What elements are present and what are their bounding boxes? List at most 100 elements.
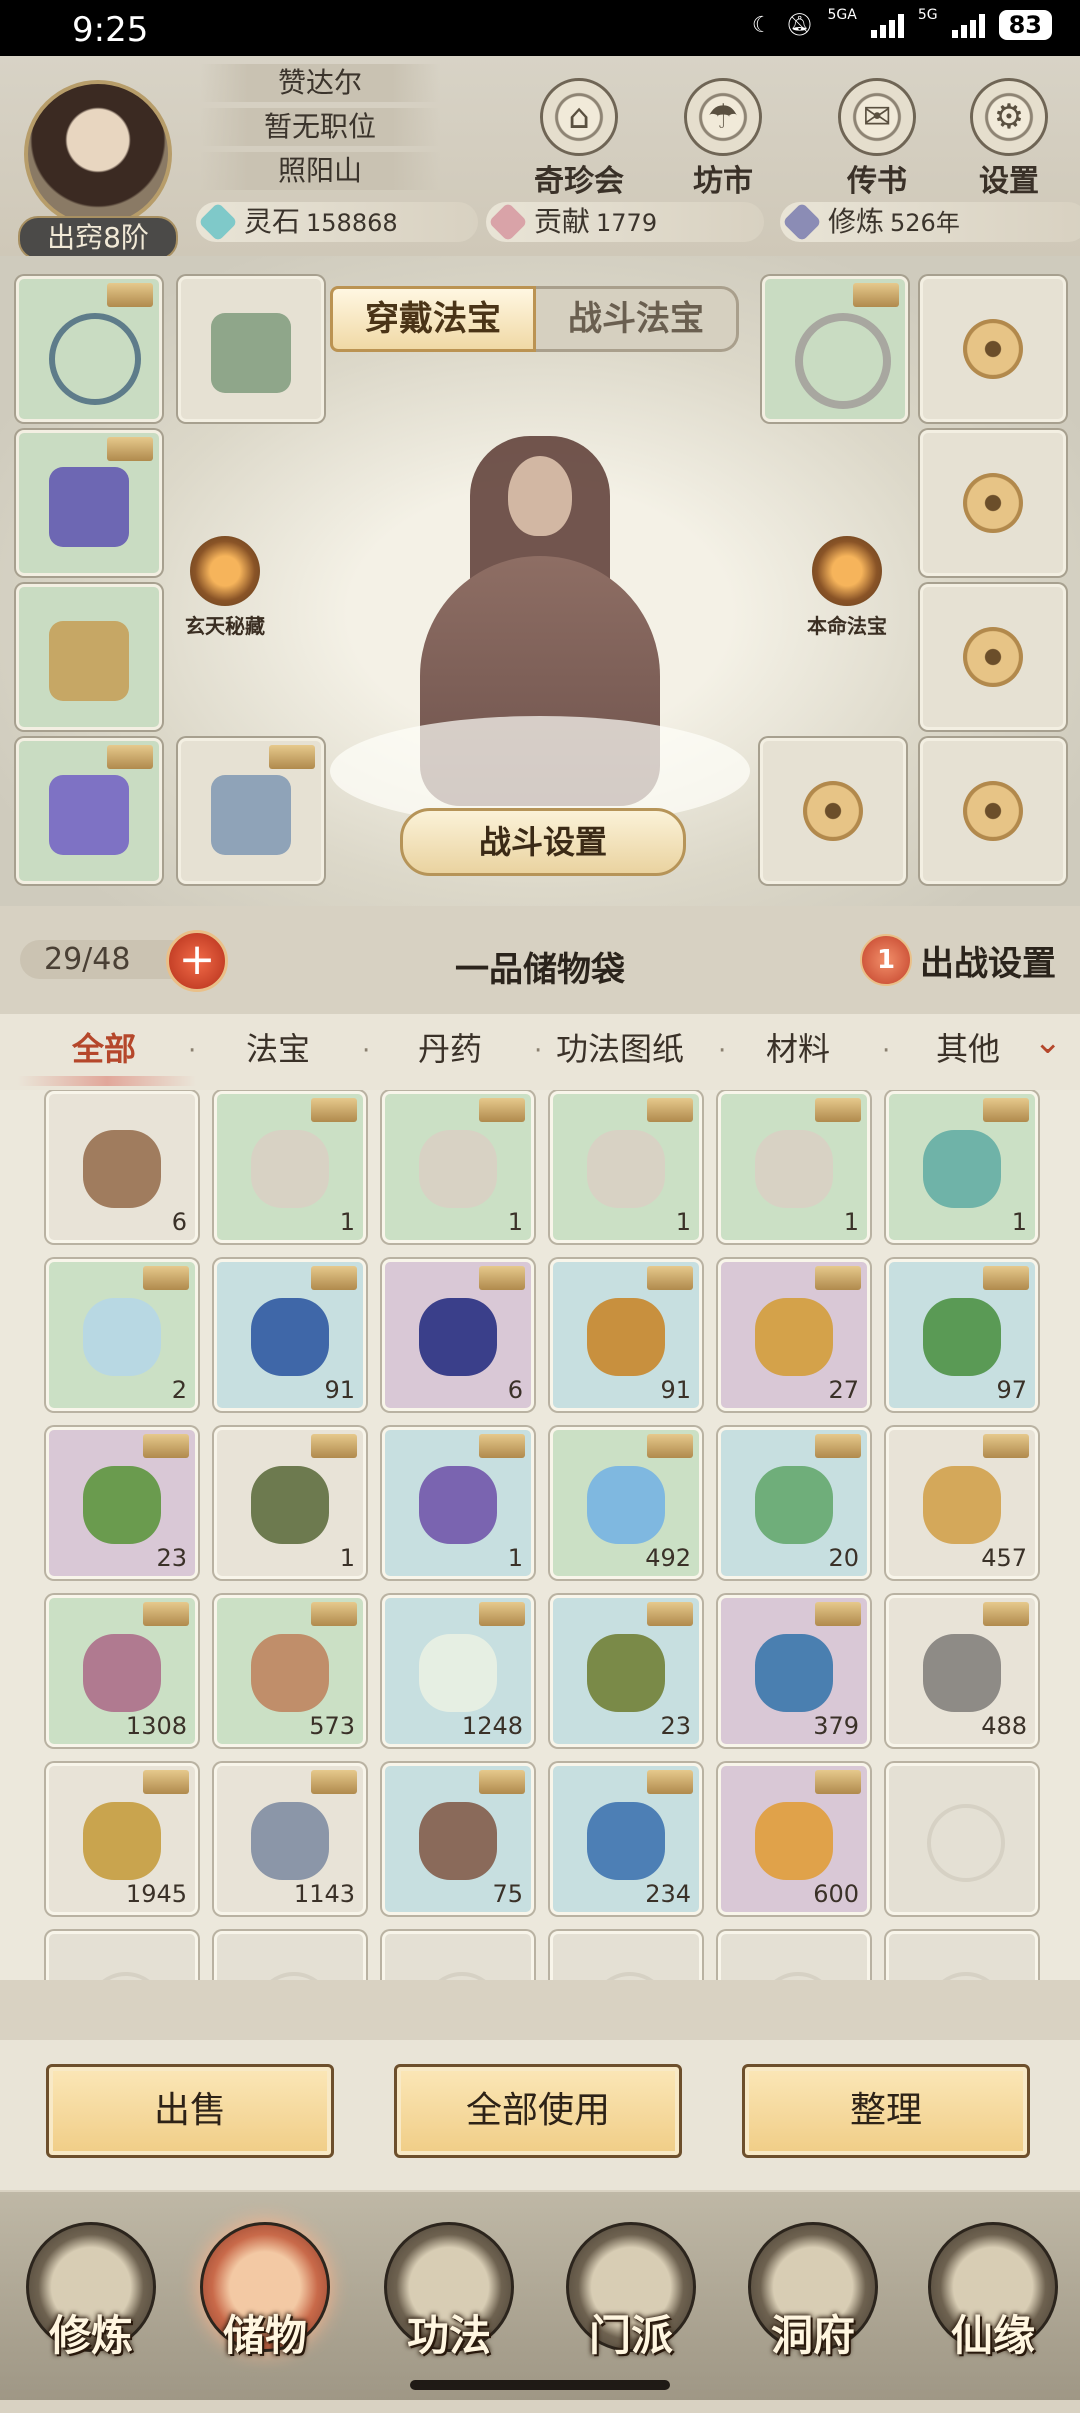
item-grade-tag [647,1098,693,1122]
tab-battle-treasure[interactable]: 战斗法宝 [536,286,739,352]
tab-pills[interactable]: 丹药 [418,1024,482,1070]
inventory-item[interactable]: 1308 [46,1595,198,1747]
empty-slot[interactable] [46,1931,198,1980]
chevron-down-icon[interactable]: ⌄ [1034,1022,1063,1062]
empty-slot[interactable] [718,1931,870,1980]
expand-bag-button[interactable]: + [166,930,228,992]
empty-slot[interactable] [550,1931,702,1980]
battle-settings-button[interactable]: 战斗设置 [400,808,686,876]
natal-treasure-label: 本命法宝 [807,614,887,638]
tab-others[interactable]: 其他 [936,1024,1000,1070]
equip-slot-locked[interactable] [920,584,1066,730]
home-indicator[interactable] [410,2380,670,2390]
inventory-item[interactable]: 6 [382,1259,534,1411]
inventory-item[interactable]: 379 [718,1595,870,1747]
tab-all[interactable]: 全部 [72,1024,136,1070]
equip-slot-locked[interactable] [920,276,1066,422]
bag-bar: 29/48 + 一品储物袋 1 出战设置 [0,906,1080,1014]
equip-slot-ring[interactable] [762,276,908,422]
equip-slot-boots[interactable] [178,738,324,884]
equip-slot-locked[interactable] [920,738,1066,884]
nav-storage[interactable]: 储物 [190,2222,340,2413]
item-count: 23 [660,1712,691,1740]
item-grade-tag [311,1098,357,1122]
network-label-2: 5G [917,7,938,23]
tab-treasure[interactable]: 法宝 [246,1024,310,1070]
treasure-pavilion-button[interactable]: ⌂ 奇珍会 [524,78,634,200]
settings-button[interactable]: ⚙ 设置 [954,78,1064,200]
empty-slot[interactable] [886,1763,1038,1915]
item-grade-tag [143,1770,189,1794]
sort-button[interactable]: 整理 [742,2064,1030,2158]
item-count: 488 [981,1712,1027,1740]
inventory-item[interactable]: 492 [550,1427,702,1579]
inventory-item[interactable]: 91 [550,1259,702,1411]
mystic-vault-button[interactable]: 玄天秘藏 [160,536,290,639]
tab-materials[interactable]: 材料 [766,1024,830,1070]
jade-vase-icon [923,1130,1001,1208]
resource-value: 1779 [596,209,658,237]
inventory-item[interactable]: 234 [550,1763,702,1915]
equip-slot-pants[interactable] [16,738,162,884]
sell-button[interactable]: 出售 [46,2064,334,2158]
inventory-item[interactable]: 1945 [46,1763,198,1915]
equip-slot-necklace[interactable] [16,276,162,422]
natal-treasure-button[interactable]: 本命法宝 [782,536,912,639]
inventory-item[interactable]: 27 [718,1259,870,1411]
inventory-item[interactable]: 1 [382,1091,534,1243]
lock-icon [803,781,863,841]
market-button[interactable]: ☂ 坊市 [668,78,778,200]
equip-slot-robe[interactable] [16,430,162,576]
empty-slot[interactable] [886,1931,1038,1980]
lock-icon [963,781,1023,841]
equip-grade-tag [853,283,899,307]
inventory-item[interactable]: 1 [886,1091,1038,1243]
inventory-item[interactable]: 75 [382,1763,534,1915]
inventory-item[interactable]: 1143 [214,1763,366,1915]
player-header: 出窍8阶 赞达尔 暂无职位 照阳山 ⌂ 奇珍会 ☂ 坊市 ✉ 传书 ⚙ 设置 灵… [0,56,1080,260]
inventory-item[interactable]: 6 [46,1091,198,1243]
nav-immortal-fate[interactable]: 仙缘 [918,2222,1068,2413]
equip-slot-locked[interactable] [920,430,1066,576]
grey-stone-icon [923,1634,1001,1712]
item-grade-tag [815,1434,861,1458]
item-count: 1945 [125,1880,187,1908]
equip-slot-gloves[interactable] [16,584,162,730]
inventory-item[interactable]: 2 [46,1259,198,1411]
inventory-item[interactable]: 1 [550,1091,702,1243]
empty-slot[interactable] [214,1931,366,1980]
inventory-item[interactable]: 600 [718,1763,870,1915]
equip-slot-hat[interactable] [178,276,324,422]
tab-separator: · [362,1036,371,1066]
item-count: 6 [171,1208,187,1236]
tab-technique-scrolls[interactable]: 功法图纸 [556,1024,684,1070]
inventory-item[interactable]: 488 [886,1595,1038,1747]
player-avatar[interactable]: 出窍8阶 [10,76,180,260]
nav-cultivation[interactable]: 修炼 [16,2222,166,2413]
item-count: 1308 [125,1712,187,1740]
item-count: 91 [324,1376,355,1404]
letter-button[interactable]: ✉ 传书 [822,78,932,200]
inventory-item[interactable]: 1 [382,1427,534,1579]
inventory-item[interactable]: 20 [718,1427,870,1579]
technique-book-icon [251,1130,329,1208]
deploy-settings-button[interactable]: 1 出战设置 [860,934,1056,986]
equip-slot-locked[interactable] [760,738,906,884]
item-grade-tag [815,1602,861,1626]
fairy-herb-icon [83,1466,161,1544]
nav-cave-dwelling[interactable]: 洞府 [738,2222,888,2413]
inventory-item[interactable]: 97 [886,1259,1038,1411]
empty-slot[interactable] [382,1931,534,1980]
use-all-button[interactable]: 全部使用 [394,2064,682,2158]
inventory-item[interactable]: 91 [214,1259,366,1411]
inventory-item[interactable]: 573 [214,1595,366,1747]
inventory-item[interactable]: 1248 [382,1595,534,1747]
inventory-item[interactable]: 23 [46,1427,198,1579]
inventory-item[interactable]: 1 [718,1091,870,1243]
bag-title: 一品储物袋 [455,950,625,990]
inventory-item[interactable]: 1 [214,1091,366,1243]
inventory-item[interactable]: 23 [550,1595,702,1747]
tab-worn-treasure[interactable]: 穿戴法宝 [330,286,536,352]
inventory-item[interactable]: 457 [886,1427,1038,1579]
inventory-item[interactable]: 1 [214,1427,366,1579]
